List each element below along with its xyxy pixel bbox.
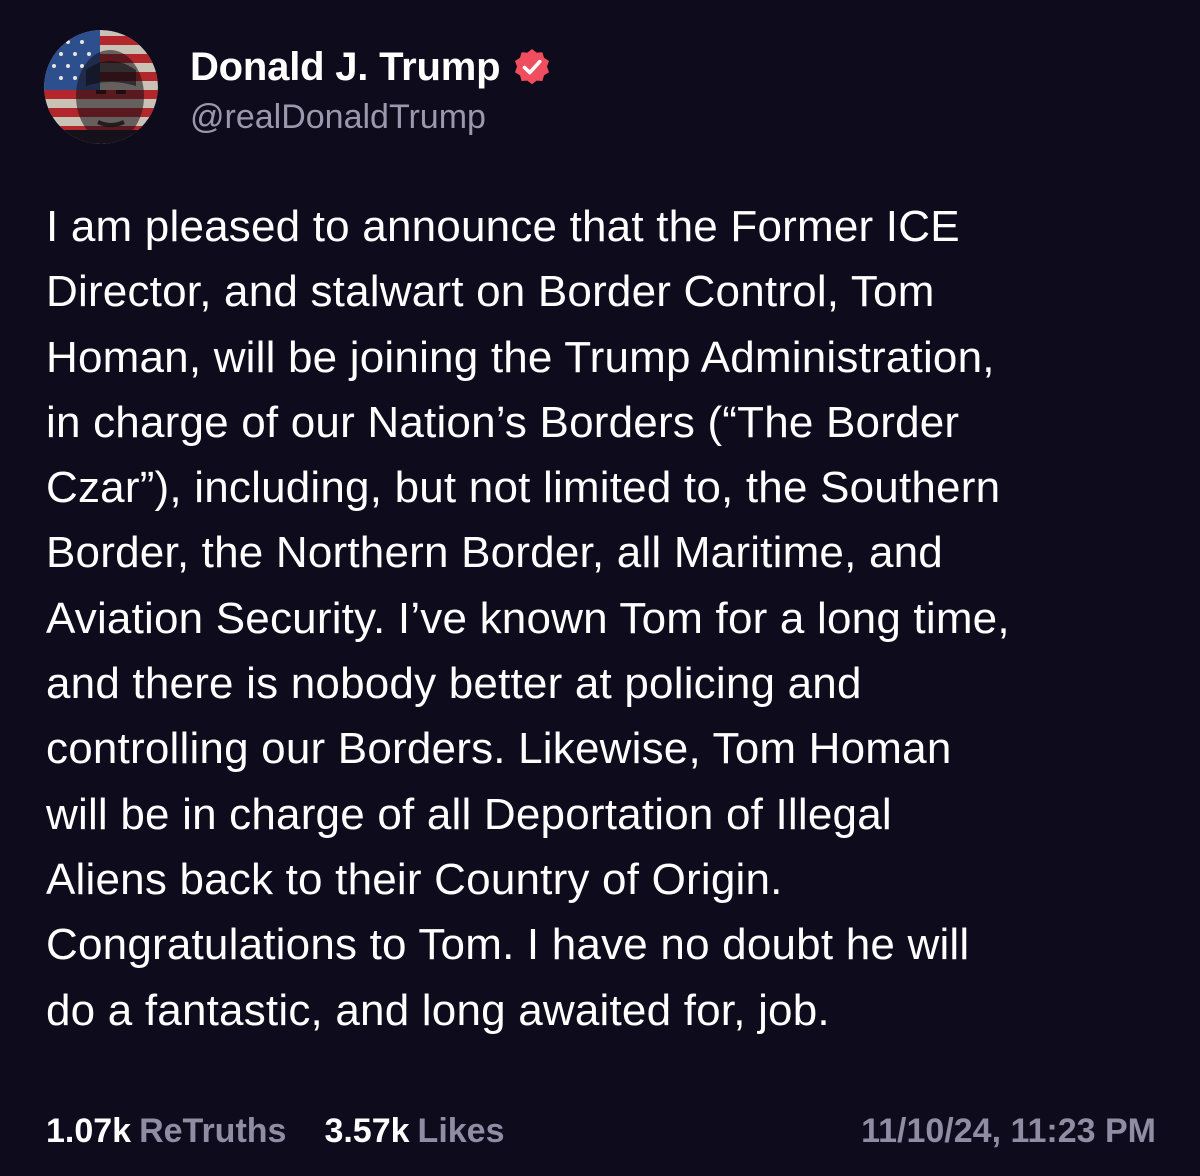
post-footer: 1.07k ReTruths 3.57k Likes 11/10/24, 11:… <box>46 1106 1156 1156</box>
flag-portrait-avatar-icon <box>44 30 158 144</box>
post-line: Director, and stalwart on Border Control… <box>46 267 935 317</box>
avatar[interactable] <box>44 30 158 144</box>
post-line: Homan, will be joining the Trump Adminis… <box>46 332 995 382</box>
post-line: will be in charge of all Deportation of … <box>46 789 892 839</box>
retruths-stat[interactable]: 1.07k ReTruths <box>46 1112 286 1151</box>
post-line: controlling our Borders. Likewise, Tom H… <box>46 724 952 774</box>
post-line: Czar”), including, but not limited to, t… <box>46 463 1001 513</box>
truth-post: Donald J. Trump @realDonaldTrump I am pl… <box>0 0 1200 1176</box>
post-line: I am pleased to announce that the Former… <box>46 202 960 251</box>
post-line: and there is nobody better at policing a… <box>46 659 862 709</box>
post-line: Aviation Security. I’ve known Tom for a … <box>46 593 1010 643</box>
post-line: Border, the Northern Border, all Maritim… <box>46 528 943 578</box>
post-timestamp[interactable]: 11/10/24, 11:23 PM <box>861 1112 1156 1151</box>
post-line: Congratulations to Tom. I have no doubt … <box>46 920 970 970</box>
post-line: do a fantastic, and long awaited for, jo… <box>46 985 830 1035</box>
likes-count: 3.57k <box>324 1111 410 1150</box>
likes-stat[interactable]: 3.57k Likes <box>324 1112 504 1151</box>
post-line: Aliens back to their Country of Origin. <box>46 854 783 904</box>
retruths-label: ReTruths <box>139 1111 287 1150</box>
retruths-count: 1.07k <box>46 1111 132 1150</box>
author-handle[interactable]: @realDonaldTrump <box>190 98 486 137</box>
verified-badge-icon <box>515 49 550 85</box>
likes-label: Likes <box>417 1111 505 1150</box>
author-display-name[interactable]: Donald J. Trump <box>190 45 501 90</box>
author-name-row: Donald J. Trump <box>190 40 552 94</box>
post-line: in charge of our Nation’s Borders (“The … <box>46 397 960 447</box>
post-body: I am pleased to announce that the Former… <box>46 194 1166 1043</box>
